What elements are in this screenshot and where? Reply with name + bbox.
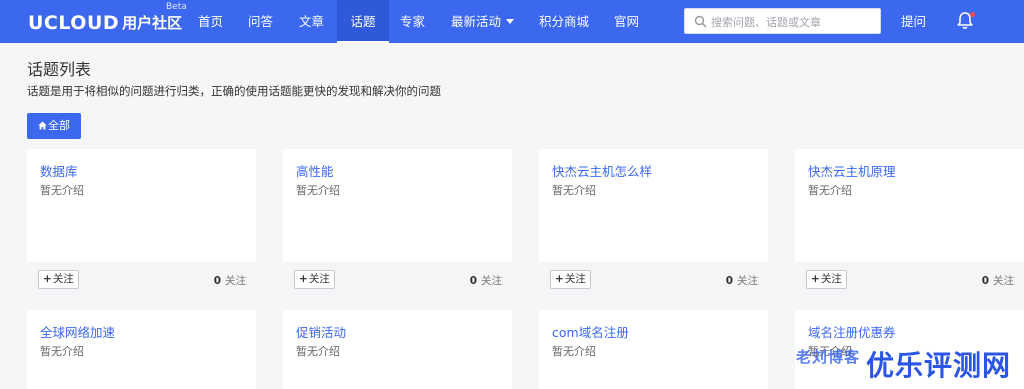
watermark-small: 老刘博客 (796, 348, 861, 366)
watermark-large: 优乐评测网 (866, 349, 1012, 382)
topic-card-footer: +关注 0 关注 (795, 262, 1024, 295)
nav-points-mall-label: 积分商城 (539, 14, 590, 29)
follow-button[interactable]: +关注 (38, 270, 79, 289)
nav-home[interactable]: 首页 (198, 0, 223, 43)
topic-card-footer: +关注 0 关注 (27, 262, 256, 295)
topic-card-footer: +关注 0 关注 (283, 262, 512, 295)
nav-events-label: 最新活动 (451, 14, 502, 29)
follower-count: 0 关注 (214, 273, 246, 288)
topic-card: 促销活动 暂无介绍 (283, 310, 512, 389)
topic-card: 全球网络加速 暂无介绍 (27, 310, 256, 389)
ask-question-link[interactable]: 提问 (901, 0, 926, 43)
search-icon[interactable] (694, 15, 707, 28)
follower-count-label: 关注 (737, 275, 758, 287)
topic-description: 暂无介绍 (40, 345, 84, 358)
top-navbar: UCLOUD 用户社区 Beta 首页 问答 文章 话题 专家 最新活动 积分商… (0, 0, 1024, 43)
topic-description: 暂无介绍 (40, 184, 84, 197)
nav-events[interactable]: 最新活动 (451, 0, 515, 43)
follower-count: 0 关注 (470, 273, 502, 288)
page-description: 话题是用于将相似的问题进行归类，正确的使用话题能更快的发现和解决你的问题 (27, 84, 441, 98)
all-topics-button[interactable]: 全部 (27, 113, 81, 139)
topic-card: com域名注册 暂无介绍 (539, 310, 768, 389)
search-box (684, 8, 881, 34)
site-logo[interactable]: UCLOUD 用户社区 Beta (28, 2, 187, 34)
nav-topics-label: 话题 (350, 14, 376, 29)
topic-card-footer: +关注 0 关注 (539, 262, 768, 295)
logo-suffix: 用户社区 (122, 14, 183, 32)
topic-description: 暂无介绍 (552, 184, 596, 197)
plus-icon: + (555, 273, 564, 285)
plus-icon: + (811, 273, 820, 285)
topic-title[interactable]: 促销活动 (296, 322, 346, 341)
follower-count: 0 关注 (982, 273, 1014, 288)
nav-official-site-label: 官网 (614, 14, 640, 29)
follower-count-value: 0 (213, 275, 221, 287)
follow-button-label: 关注 (564, 273, 586, 285)
follower-count-label: 关注 (481, 275, 502, 287)
follower-count-value: 0 (981, 275, 989, 287)
topic-title[interactable]: 数据库 (40, 161, 78, 180)
topic-title[interactable]: com域名注册 (552, 322, 629, 341)
topic-title[interactable]: 快杰云主机原理 (808, 161, 896, 180)
follower-count: 0 关注 (726, 273, 758, 288)
topic-description: 暂无介绍 (296, 184, 340, 197)
topic-title[interactable]: 快杰云主机怎么样 (552, 161, 652, 180)
topic-title[interactable]: 高性能 (296, 161, 334, 180)
nav-home-label: 首页 (198, 14, 224, 29)
topic-description: 暂无介绍 (552, 345, 596, 358)
nav-articles[interactable]: 文章 (299, 0, 324, 43)
follower-count-label: 关注 (225, 275, 246, 287)
follow-button[interactable]: +关注 (294, 270, 335, 289)
follower-count-value: 0 (725, 275, 733, 287)
follow-button-label: 关注 (52, 273, 74, 285)
all-topics-label: 全部 (48, 119, 70, 132)
search-input[interactable] (711, 13, 876, 31)
chevron-down-icon (506, 19, 515, 24)
nav-experts-label: 专家 (400, 14, 426, 29)
nav-articles-label: 文章 (299, 14, 325, 29)
topic-description: 暂无介绍 (808, 184, 852, 197)
follower-count-label: 关注 (993, 275, 1014, 287)
topic-card: 快杰云主机原理 暂无介绍 +关注 0 关注 (795, 149, 1024, 295)
nav-questions-label: 问答 (248, 14, 274, 29)
follow-button[interactable]: +关注 (806, 270, 847, 289)
nav-points-mall[interactable]: 积分商城 (539, 0, 589, 43)
topic-card: 快杰云主机怎么样 暂无介绍 +关注 0 关注 (539, 149, 768, 295)
follow-button-label: 关注 (820, 273, 842, 285)
nav-experts[interactable]: 专家 (400, 0, 425, 43)
beta-badge: Beta (166, 2, 187, 12)
follower-count-value: 0 (469, 275, 477, 287)
plus-icon: + (43, 273, 52, 285)
follow-button[interactable]: +关注 (550, 270, 591, 289)
topic-title[interactable]: 全球网络加速 (40, 322, 115, 341)
follow-button-label: 关注 (308, 273, 330, 285)
home-icon (38, 121, 47, 130)
topic-description: 暂无介绍 (296, 345, 340, 358)
topic-card: 高性能 暂无介绍 +关注 0 关注 (283, 149, 512, 295)
nav-official-site[interactable]: 官网 (614, 0, 639, 43)
logo-brand: UCLOUD (28, 12, 120, 34)
plus-icon: + (299, 273, 308, 285)
page-title: 话题列表 (27, 60, 92, 79)
topic-title[interactable]: 域名注册优惠券 (808, 322, 896, 341)
notification-dot (970, 12, 975, 17)
topic-card: 数据库 暂无介绍 +关注 0 关注 (27, 149, 256, 295)
nav-topics[interactable]: 话题 (337, 0, 389, 43)
nav-questions[interactable]: 问答 (248, 0, 273, 43)
